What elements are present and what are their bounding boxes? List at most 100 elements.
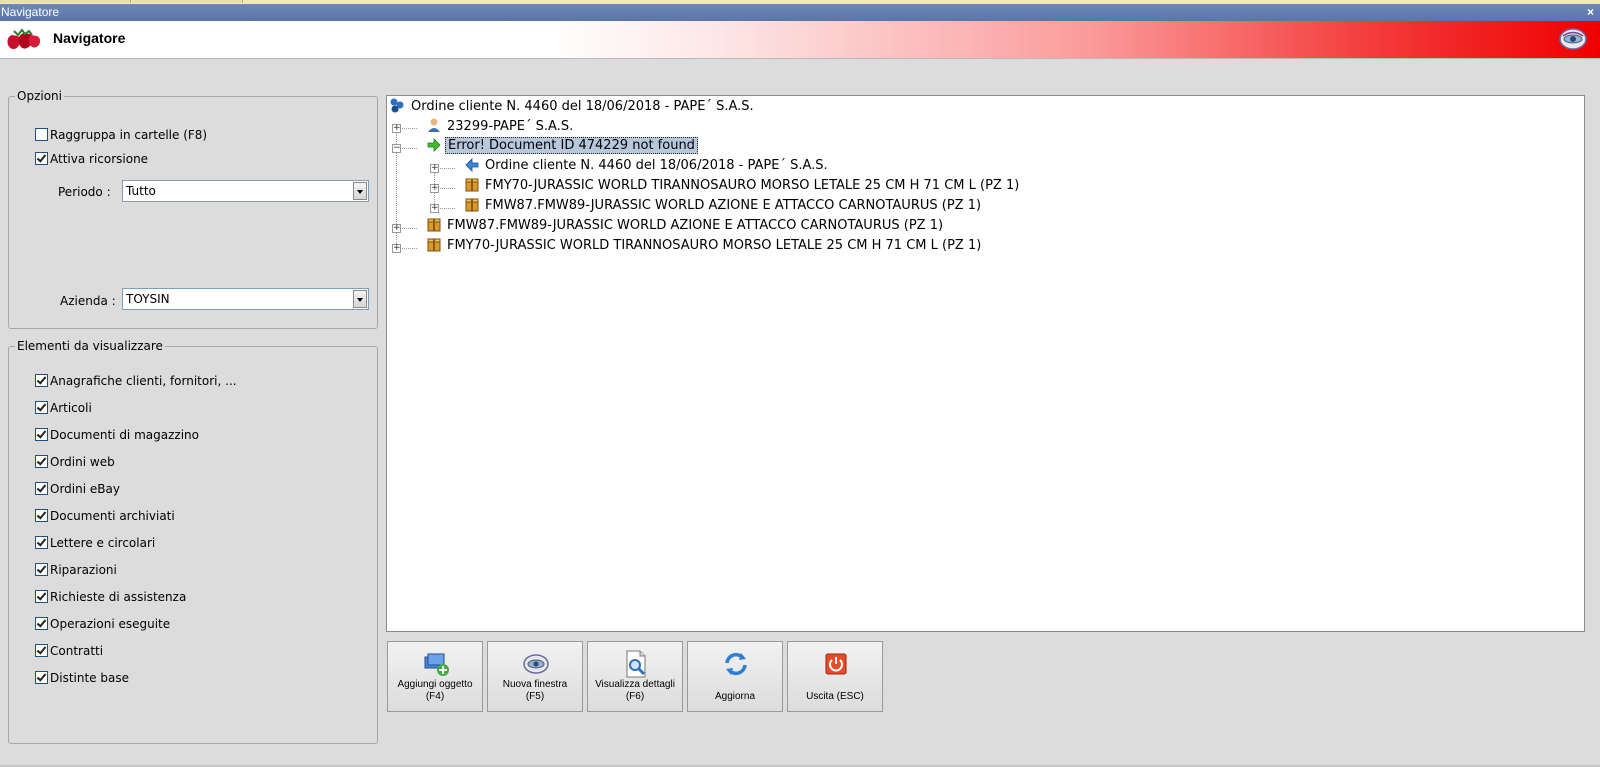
button-label: Aggiungi oggetto: [397, 679, 473, 690]
checkbox-label: Contratti: [50, 644, 104, 658]
company-select[interactable]: TOYSIN: [122, 288, 369, 310]
chevron-down-icon[interactable]: [353, 290, 367, 308]
taskbar-tab[interactable]: [132, 0, 243, 3]
exit-button[interactable]: Uscita (ESC): [787, 641, 883, 712]
checkbox-box[interactable]: [35, 128, 48, 141]
checkbox-label: Richieste di assistenza: [50, 590, 187, 604]
eye-icon: [523, 654, 549, 674]
checkbox-label: Ordini web: [50, 455, 115, 469]
tree-node-customer[interactable]: 23299-PAPE´ S.A.S.: [427, 117, 575, 135]
tree-expander[interactable]: +: [430, 204, 439, 213]
network-icon: [390, 98, 404, 113]
chevron-down-icon[interactable]: [353, 182, 367, 200]
tree-node-text: Ordine cliente N. 4460 del 18/06/2018 - …: [411, 99, 754, 114]
element-checkbox[interactable]: Operazioni eseguite: [35, 616, 170, 632]
options-legend: Opzioni: [15, 89, 64, 103]
button-label: Uscita (ESC): [806, 691, 864, 702]
document-magnifier-icon: [626, 650, 646, 678]
window-titlebar: Navigatore ×: [0, 4, 1600, 21]
checkbox-label: Lettere e circolari: [50, 536, 156, 550]
taskbar-tab[interactable]: [0, 0, 131, 3]
company-label: Azienda :: [60, 294, 116, 308]
period-value: Tutto: [126, 184, 156, 198]
checkbox-box[interactable]: [35, 590, 48, 603]
button-label: Visualizza dettagli: [595, 679, 675, 690]
tree-expander[interactable]: −: [392, 144, 401, 153]
blue-arrow-left-icon: [465, 158, 479, 172]
green-arrow-icon: [427, 138, 441, 152]
tree-node-text: Ordine cliente N. 4460 del 18/06/2018 - …: [485, 158, 828, 173]
app-header: Navigatore: [0, 21, 1600, 59]
checkbox-box[interactable]: [35, 428, 48, 441]
refresh-button[interactable]: Aggiorna: [687, 641, 783, 712]
tree-node-order[interactable]: Ordine cliente N. 4460 del 18/06/2018 - …: [465, 157, 830, 175]
package-icon: [465, 198, 479, 212]
checkbox-box[interactable]: [35, 401, 48, 414]
checkbox-label: Documenti di magazzino: [50, 428, 199, 442]
window-title: Navigatore: [1, 5, 60, 19]
element-checkbox[interactable]: Lettere e circolari: [35, 535, 155, 551]
element-checkbox[interactable]: Articoli: [35, 400, 92, 416]
tree-node-text: FMW87.FMW89-JURASSIC WORLD AZIONE E ATTA…: [447, 218, 944, 233]
customer-icon: [428, 118, 440, 132]
checkbox-label: Attiva ricorsione: [50, 152, 149, 166]
checkbox-box[interactable]: [35, 671, 48, 684]
checkbox-label: Operazioni eseguite: [50, 617, 171, 631]
checkbox-label: Anagrafiche clienti, fornitori, ...: [50, 374, 237, 388]
button-shortcut: (F5): [525, 691, 545, 702]
element-checkbox[interactable]: Distinte base: [35, 670, 129, 686]
group-by-folder-checkbox[interactable]: Raggruppa in cartelle (F8): [35, 127, 207, 143]
checkbox-box[interactable]: [35, 455, 48, 468]
refresh-icon: [725, 652, 747, 676]
tree-expander[interactable]: +: [392, 244, 401, 253]
checkbox-label: Riparazioni: [50, 563, 117, 577]
checkbox-box[interactable]: [35, 617, 48, 630]
checkbox-box[interactable]: [35, 563, 48, 576]
package-icon: [427, 238, 441, 252]
recursion-checkbox[interactable]: Attiva ricorsione: [35, 151, 148, 167]
checkbox-box[interactable]: [35, 536, 48, 549]
checkbox-box[interactable]: [35, 374, 48, 387]
new-window-button[interactable]: Nuova finestra (F5): [487, 641, 583, 712]
tree-root[interactable]: Ordine cliente N. 4460 del 18/06/2018 - …: [389, 97, 756, 115]
element-checkbox[interactable]: Ordini web: [35, 454, 115, 470]
tree-node-text: FMW87.FMW89-JURASSIC WORLD AZIONE E ATTA…: [485, 198, 982, 213]
tree-node-text: Error! Document ID 474229 not found: [445, 137, 698, 154]
tree-node-text: FMY70-JURASSIC WORLD TIRANNOSAURO MORSO …: [447, 238, 982, 253]
power-icon: [825, 653, 847, 675]
tree-node-text: 23299-PAPE´ S.A.S.: [447, 119, 574, 134]
tree-expander[interactable]: +: [430, 184, 439, 193]
element-checkbox[interactable]: Richieste di assistenza: [35, 589, 186, 605]
element-checkbox[interactable]: Documenti di magazzino: [35, 427, 199, 443]
tree-node-error[interactable]: Error! Document ID 474229 not found: [427, 137, 698, 155]
add-object-button[interactable]: Aggiungi oggetto (F4): [387, 641, 483, 712]
header-title: Navigatore: [53, 30, 126, 46]
button-shortcut: (F6): [625, 691, 645, 702]
tree-node-text: FMY70-JURASSIC WORLD TIRANNOSAURO MORSO …: [485, 178, 1020, 193]
navigator-tree[interactable]: Ordine cliente N. 4460 del 18/06/2018 - …: [386, 95, 1585, 632]
element-checkbox[interactable]: Anagrafiche clienti, fornitori, ...: [35, 373, 237, 389]
checkbox-box[interactable]: [35, 509, 48, 522]
tree-node-article[interactable]: FMY70-JURASSIC WORLD TIRANNOSAURO MORSO …: [427, 237, 983, 255]
checkbox-box[interactable]: [35, 644, 48, 657]
tree-node-article[interactable]: FMW87.FMW89-JURASSIC WORLD AZIONE E ATTA…: [465, 197, 983, 215]
tree-expander[interactable]: +: [430, 164, 439, 173]
checkbox-label: Ordini eBay: [50, 482, 120, 496]
button-label: Nuova finestra: [502, 679, 568, 690]
element-checkbox[interactable]: Ordini eBay: [35, 481, 120, 497]
tree-expander[interactable]: +: [392, 224, 401, 233]
tree-node-article[interactable]: FMW87.FMW89-JURASSIC WORLD AZIONE E ATTA…: [427, 217, 945, 235]
period-select[interactable]: Tutto: [122, 180, 369, 202]
add-object-icon: [424, 653, 449, 676]
element-checkbox[interactable]: Riparazioni: [35, 562, 117, 578]
view-details-button[interactable]: Visualizza dettagli (F6): [587, 641, 683, 712]
period-label: Periodo :: [58, 185, 111, 199]
close-icon[interactable]: ×: [1587, 4, 1594, 21]
element-checkbox[interactable]: Contratti: [35, 643, 103, 659]
tree-node-article[interactable]: FMY70-JURASSIC WORLD TIRANNOSAURO MORSO …: [465, 177, 1021, 195]
tree-expander[interactable]: +: [392, 124, 401, 133]
element-checkbox[interactable]: Documenti archiviati: [35, 508, 175, 524]
checkbox-label: Documenti archiviati: [50, 509, 175, 523]
checkbox-box[interactable]: [35, 482, 48, 495]
checkbox-box[interactable]: [35, 152, 48, 165]
